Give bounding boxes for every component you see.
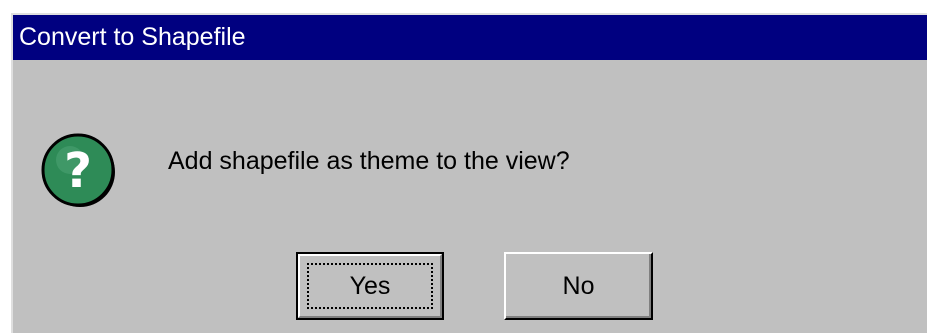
no-button-label: No <box>562 271 595 300</box>
yes-button-label: Yes <box>349 271 391 300</box>
yes-button[interactable]: Yes <box>296 252 444 320</box>
svg-text:?: ? <box>64 143 92 199</box>
dialog-title: Convert to Shapefile <box>19 23 246 51</box>
question-icon: ? <box>41 133 115 207</box>
no-button[interactable]: No <box>504 252 653 320</box>
dialog-titlebar[interactable]: Convert to Shapefile <box>13 15 927 60</box>
dialog-message: Add shapefile as theme to the view? <box>168 147 570 175</box>
convert-to-shapefile-dialog: Convert to Shapefile ? Add shapefile as … <box>11 13 927 333</box>
